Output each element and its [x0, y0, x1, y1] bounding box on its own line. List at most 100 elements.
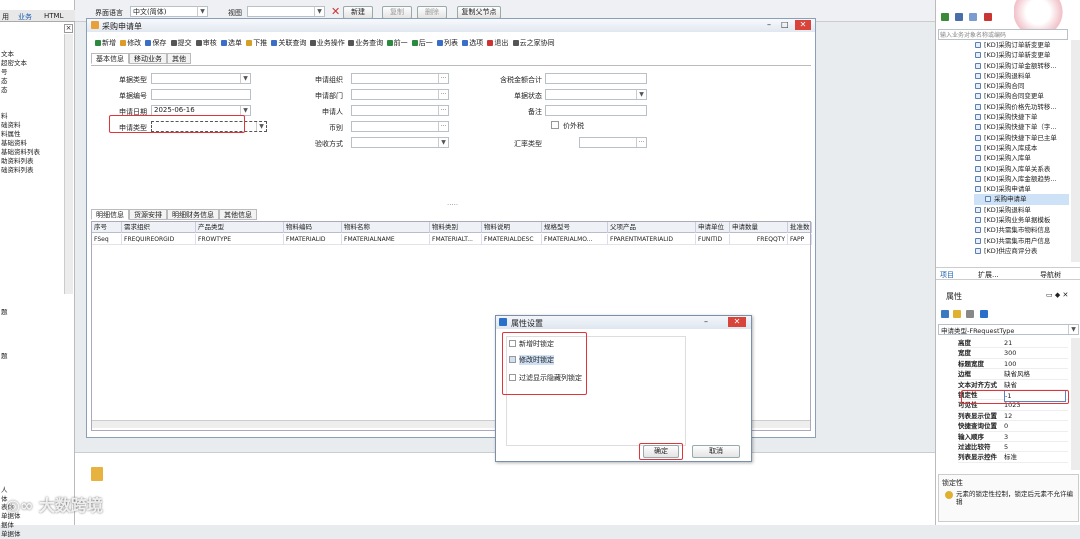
table-cell[interactable]: FAPP	[788, 234, 812, 245]
table-cell[interactable]: FREQUIREORGID	[122, 234, 196, 245]
ellipsis-icon[interactable]: ···	[636, 138, 646, 147]
left-list-item[interactable]	[0, 281, 64, 290]
prop-scrollbar[interactable]	[1071, 338, 1080, 470]
ellipsis-icon[interactable]: ···	[438, 74, 448, 83]
tree-item[interactable]: 采购申请单	[974, 194, 1069, 205]
table-cell[interactable]: FMATERIALDESC	[482, 234, 542, 245]
column-header[interactable]: 物料编码	[284, 222, 342, 233]
tool-button[interactable]: 业务操作	[309, 38, 345, 48]
table-cell[interactable]: FUNITID	[696, 234, 730, 245]
left-list-item[interactable]: 助资料列表	[0, 157, 64, 166]
property-value[interactable]: 缺省	[1004, 380, 1066, 390]
tab-item[interactable]: 货源安排	[129, 209, 167, 220]
tree-item[interactable]: [KD]采购订单新变更单	[974, 40, 1069, 50]
left-list-item[interactable]: 态	[0, 77, 64, 86]
property-value[interactable]: 21	[1004, 338, 1066, 348]
property-value[interactable]: 5	[1004, 442, 1066, 452]
lang-select[interactable]: 中文(简体) ▼	[130, 6, 208, 17]
property-value[interactable]: 缺省风格	[1004, 369, 1066, 379]
property-value[interactable]: 300	[1004, 348, 1066, 358]
left-list-item[interactable]	[0, 415, 64, 424]
left-list-item[interactable]: 料	[0, 112, 64, 121]
left-list-item[interactable]: 超密文本	[0, 59, 64, 68]
table-cell[interactable]: FMATERIALMO...	[542, 234, 608, 245]
ellipsis-icon[interactable]: ···	[438, 90, 448, 99]
tree-item[interactable]: [KD]采购合同	[974, 81, 1069, 91]
field-input[interactable]: ···	[351, 73, 449, 84]
property-value[interactable]: 12	[1004, 411, 1066, 421]
clear-icon[interactable]: ✕	[331, 5, 340, 18]
property-row[interactable]: 标题宽度 100	[958, 359, 1068, 370]
tree-item[interactable]: [KD]采购退料单	[974, 71, 1069, 81]
left-list-item[interactable]: 单据体	[0, 530, 64, 539]
column-header[interactable]: 物料说明	[482, 222, 542, 233]
tool-button[interactable]: 前一	[386, 38, 408, 48]
category-icon[interactable]	[941, 310, 949, 318]
left-list-item[interactable]	[0, 441, 64, 450]
left-list-item[interactable]	[0, 379, 64, 388]
left-list-item[interactable]	[0, 388, 64, 397]
column-header[interactable]: 规格型号	[542, 222, 608, 233]
field-input[interactable]: ···	[351, 105, 449, 116]
save-icon[interactable]	[955, 13, 964, 21]
left-list-item[interactable]	[0, 450, 64, 459]
trash-icon[interactable]	[91, 467, 103, 481]
minimize-icon[interactable]: –	[767, 20, 771, 29]
minimize-icon[interactable]: –	[704, 317, 708, 326]
column-header[interactable]: 物料名称	[342, 222, 430, 233]
close-icon[interactable]: ✕	[728, 317, 746, 327]
ellipsis-icon[interactable]: ···	[438, 106, 448, 115]
property-value[interactable]: 0	[1004, 421, 1066, 431]
left-list-item[interactable]	[0, 192, 64, 201]
left-list-item[interactable]	[0, 174, 64, 183]
tool-button[interactable]: 云之家协同	[512, 38, 555, 48]
left-list-item[interactable]	[0, 432, 64, 441]
tree-item[interactable]: [KD]采购业务单据模板	[974, 215, 1069, 225]
tree-item[interactable]: [KD]采购入库成本	[974, 143, 1069, 153]
tree-item[interactable]: [KD]采购入库单关系表	[974, 164, 1069, 174]
tree-scrollbar[interactable]	[1071, 40, 1080, 262]
left-list-item[interactable]	[0, 335, 64, 344]
left-list-item[interactable]	[0, 423, 64, 432]
tree-item[interactable]: [KD]采购入库金额趋势...	[974, 174, 1069, 184]
column-header[interactable]: 申请数量	[730, 222, 788, 233]
left-list-item[interactable]: 文本	[0, 50, 64, 59]
left-list-item[interactable]	[0, 299, 64, 308]
close-icon[interactable]: ✕	[795, 20, 811, 30]
property-row[interactable]: 文本对齐方式 缺省	[958, 380, 1068, 390]
tool-button[interactable]: 关联查询	[271, 38, 306, 48]
table-cell[interactable]: FMATERIALT...	[430, 234, 482, 245]
column-header[interactable]: 父项产品	[608, 222, 696, 233]
field-input[interactable]	[545, 105, 647, 116]
tool-button[interactable]: 列表	[437, 38, 458, 48]
property-row[interactable]: 边框 缺省风格	[958, 369, 1068, 380]
sort-icon[interactable]	[953, 310, 962, 318]
tab-item[interactable]: 其他	[167, 53, 191, 64]
tab-item[interactable]: 移动业务	[129, 53, 167, 64]
left-list-item[interactable]	[0, 94, 64, 103]
left-list-item[interactable]	[0, 477, 64, 486]
docno-input[interactable]	[151, 89, 251, 100]
left-tab-2[interactable]: 业务	[18, 12, 32, 22]
price-tax-checkbox[interactable]	[551, 121, 559, 129]
tool-button[interactable]: 修改	[120, 38, 141, 48]
refresh-icon[interactable]	[941, 13, 949, 21]
left-tab-1[interactable]: 用	[2, 12, 9, 22]
left-list-item[interactable]	[0, 246, 64, 255]
left-list-item[interactable]: 据体	[0, 521, 64, 530]
column-header[interactable]: 需求组织	[122, 222, 196, 233]
property-value[interactable]: 标准	[1004, 452, 1066, 462]
property-value[interactable]: 100	[1004, 359, 1066, 369]
table-cell[interactable]: FMATERIALID	[284, 234, 342, 245]
ellipsis-icon[interactable]: ···	[438, 122, 448, 131]
tree-item[interactable]: [KD]采购订单金额转移...	[974, 61, 1069, 71]
column-header[interactable]: 物料类别	[430, 222, 482, 233]
tree-item[interactable]: [KD]采购快捷下单已主单	[974, 133, 1069, 143]
column-header[interactable]: 申请单位	[696, 222, 730, 233]
left-list-item[interactable]: 态	[0, 86, 64, 95]
tree-item[interactable]: [KD]采购合同变更单	[974, 91, 1069, 101]
cancel-button[interactable]: 取消	[692, 445, 740, 458]
prop-field-select[interactable]: 申请类型-FRequestType ▼	[938, 324, 1079, 335]
panel-tab[interactable]: 项目	[940, 270, 954, 280]
table-row[interactable]: FSeq FREQUIREORGID FROWTYPE FMATERIALID FMAT…	[92, 234, 812, 245]
